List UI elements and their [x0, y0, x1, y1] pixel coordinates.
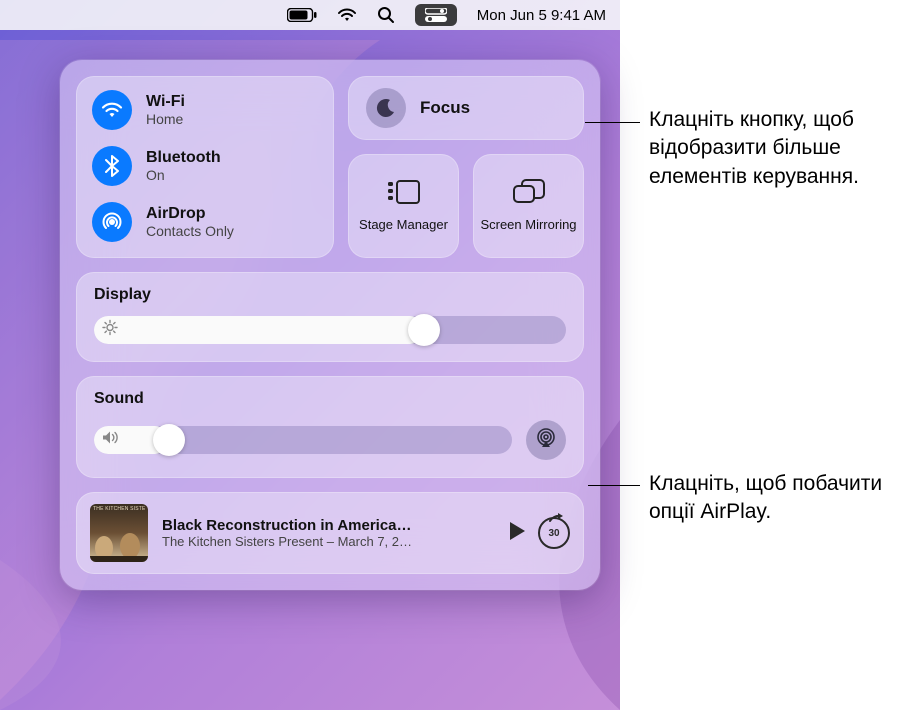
- airdrop-status: Contacts Only: [146, 223, 234, 239]
- stage-manager-tile[interactable]: Stage Manager: [348, 154, 459, 258]
- airdrop-control[interactable]: AirDrop Contacts Only: [92, 202, 318, 242]
- spotlight-search-icon[interactable]: [377, 6, 395, 24]
- focus-title: Focus: [420, 98, 470, 118]
- display-brightness-slider[interactable]: [94, 316, 566, 344]
- wifi-title: Wi-Fi: [146, 93, 185, 111]
- media-title: Black Reconstruction in America…: [162, 517, 494, 534]
- focus-moon-icon: [366, 88, 406, 128]
- media-subtitle: The Kitchen Sisters Present – March 7, 2…: [162, 534, 494, 549]
- stage-manager-label: Stage Manager: [359, 218, 448, 233]
- skip-forward-30-button[interactable]: 30: [538, 517, 570, 549]
- stage-manager-icon: [387, 179, 421, 210]
- control-center-panel: Wi-Fi Home Bluetooth On: [60, 60, 600, 590]
- callout-line: [585, 122, 640, 123]
- wifi-status: Home: [146, 111, 185, 127]
- control-center-menubar-icon[interactable]: [415, 4, 457, 26]
- menu-bar: Mon Jun 5 9:41 AM: [0, 0, 620, 30]
- airplay-icon: [535, 427, 557, 454]
- wifi-icon: [92, 90, 132, 130]
- now-playing-tile[interactable]: THE KITCHEN SISTERS PRESENT Black Recons…: [76, 492, 584, 574]
- wifi-control[interactable]: Wi-Fi Home: [92, 90, 318, 130]
- airdrop-icon: [92, 202, 132, 242]
- screen-mirroring-icon: [512, 179, 546, 210]
- sound-heading: Sound: [94, 390, 566, 408]
- bluetooth-title: Bluetooth: [146, 149, 221, 167]
- bluetooth-status: On: [146, 167, 221, 183]
- callout-focus: Клацніть кнопку, щоб відобразити більше …: [649, 106, 899, 191]
- display-tile[interactable]: Display: [76, 272, 584, 362]
- play-button[interactable]: [508, 521, 526, 546]
- display-heading: Display: [94, 286, 566, 304]
- callout-line: [588, 485, 640, 486]
- screen-mirroring-label: Screen Mirroring: [480, 218, 576, 233]
- callout-airplay: Клацніть, щоб побачити опції AirPlay.: [649, 470, 899, 527]
- desktop-wallpaper: Mon Jun 5 9:41 AM Wi-Fi Home: [0, 0, 620, 710]
- bluetooth-control[interactable]: Bluetooth On: [92, 146, 318, 186]
- menubar-datetime[interactable]: Mon Jun 5 9:41 AM: [477, 7, 606, 24]
- volume-icon: [102, 431, 120, 450]
- focus-tile[interactable]: Focus: [348, 76, 584, 140]
- sound-tile[interactable]: Sound: [76, 376, 584, 478]
- wifi-icon[interactable]: [337, 8, 357, 22]
- bluetooth-icon: [92, 146, 132, 186]
- sound-volume-slider[interactable]: [94, 426, 512, 454]
- airdrop-title: AirDrop: [146, 205, 234, 223]
- battery-icon[interactable]: [287, 8, 317, 22]
- screen-mirroring-tile[interactable]: Screen Mirroring: [473, 154, 584, 258]
- brightness-icon: [102, 320, 118, 341]
- connectivity-tile[interactable]: Wi-Fi Home Bluetooth On: [76, 76, 334, 258]
- album-artwork: THE KITCHEN SISTERS PRESENT: [90, 504, 148, 562]
- airplay-audio-button[interactable]: [526, 420, 566, 460]
